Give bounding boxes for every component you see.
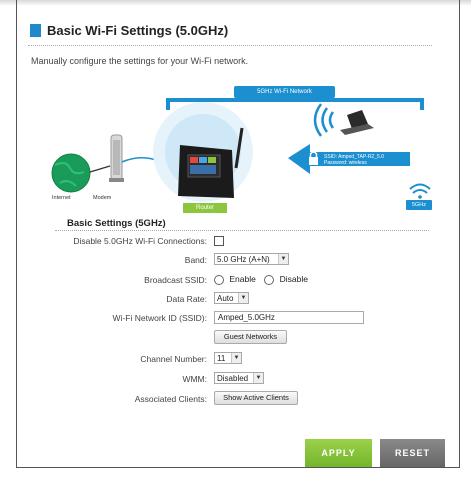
section-divider — [55, 230, 429, 231]
reset-button[interactable]: RESET — [380, 439, 445, 467]
chevron-down-icon: ▼ — [278, 254, 288, 264]
band-control: 5.0 GHz (A+N) ▼ — [214, 253, 289, 265]
channel-control: 11 ▼ — [214, 352, 242, 364]
network-banner: 5GHz Wi-Fi Network — [234, 86, 335, 98]
internet-cable — [89, 165, 111, 173]
modem-label: Modem — [93, 195, 112, 201]
disable-wifi-control — [214, 235, 224, 246]
data-rate-value: Auto — [217, 293, 234, 303]
wmm-label: WMM: — [182, 374, 207, 384]
chevron-down-icon: ▼ — [231, 353, 241, 363]
guest-networks-button[interactable]: Guest Networks — [214, 330, 287, 344]
channel-select[interactable]: 11 ▼ — [214, 352, 242, 364]
chevron-down-icon: ▼ — [238, 293, 248, 303]
modem-icon — [109, 134, 124, 182]
broadcast-enable-radio[interactable] — [214, 274, 224, 285]
broadcast-ssid-label: Broadcast SSID: — [144, 275, 207, 285]
associated-clients-label: Associated Clients: — [134, 394, 207, 404]
wmm-select[interactable]: Disabled ▼ — [214, 372, 264, 384]
broadcast-disable-label: Disable — [279, 274, 308, 284]
network-diagram-graphic — [51, 98, 431, 202]
chevron-down-icon: ▼ — [253, 373, 263, 383]
broadcast-ssid-control: Enable Disable — [214, 274, 308, 285]
internet-label: Internet — [52, 195, 71, 201]
disable-wifi-checkbox[interactable] — [214, 235, 224, 246]
ssid-label: Wi-Fi Network ID (SSID): — [112, 313, 207, 323]
channel-label: Channel Number: — [140, 354, 207, 364]
ssid-callout: SSID: Amped_TAP-R2_5.0 Password: wireles… — [289, 144, 409, 174]
network-diagram: 5GHz Wi-Fi Network Internet Modem Router… — [0, 0, 471, 215]
ssid-input[interactable]: Amped_5.0GHz — [214, 311, 364, 324]
data-rate-select[interactable]: Auto ▼ — [214, 292, 249, 304]
laptop-wifi-icon — [313, 103, 374, 137]
band-select[interactable]: 5.0 GHz (A+N) ▼ — [214, 253, 289, 265]
apply-button[interactable]: APPLY — [305, 439, 372, 467]
show-active-clients-button[interactable]: Show Active Clients — [214, 391, 298, 405]
broadcast-enable-label: Enable — [229, 274, 256, 284]
password-line: Password: wireless — [324, 160, 367, 166]
band-tag: 5GHz — [406, 200, 432, 210]
wmm-value: Disabled — [217, 373, 249, 383]
section-title: Basic Settings (5GHz) — [67, 218, 166, 229]
band-select-value: 5.0 GHz (A+N) — [217, 254, 270, 264]
wmm-control: Disabled ▼ — [214, 372, 264, 384]
disable-wifi-label: Disable 5.0GHz Wi-Fi Connections: — [73, 236, 207, 246]
router-label: Router — [183, 203, 227, 213]
band-label: Band: — [184, 255, 207, 265]
globe-icon — [51, 153, 91, 193]
broadcast-disable-radio[interactable] — [264, 274, 275, 285]
data-rate-control: Auto ▼ — [214, 292, 249, 304]
channel-value: 11 — [217, 353, 226, 363]
ssid-callout-text: SSID: Amped_TAP-R2_5.0 Password: wireles… — [324, 154, 384, 166]
wifi-icon — [409, 183, 431, 199]
data-rate-label: Data Rate: — [166, 294, 207, 304]
